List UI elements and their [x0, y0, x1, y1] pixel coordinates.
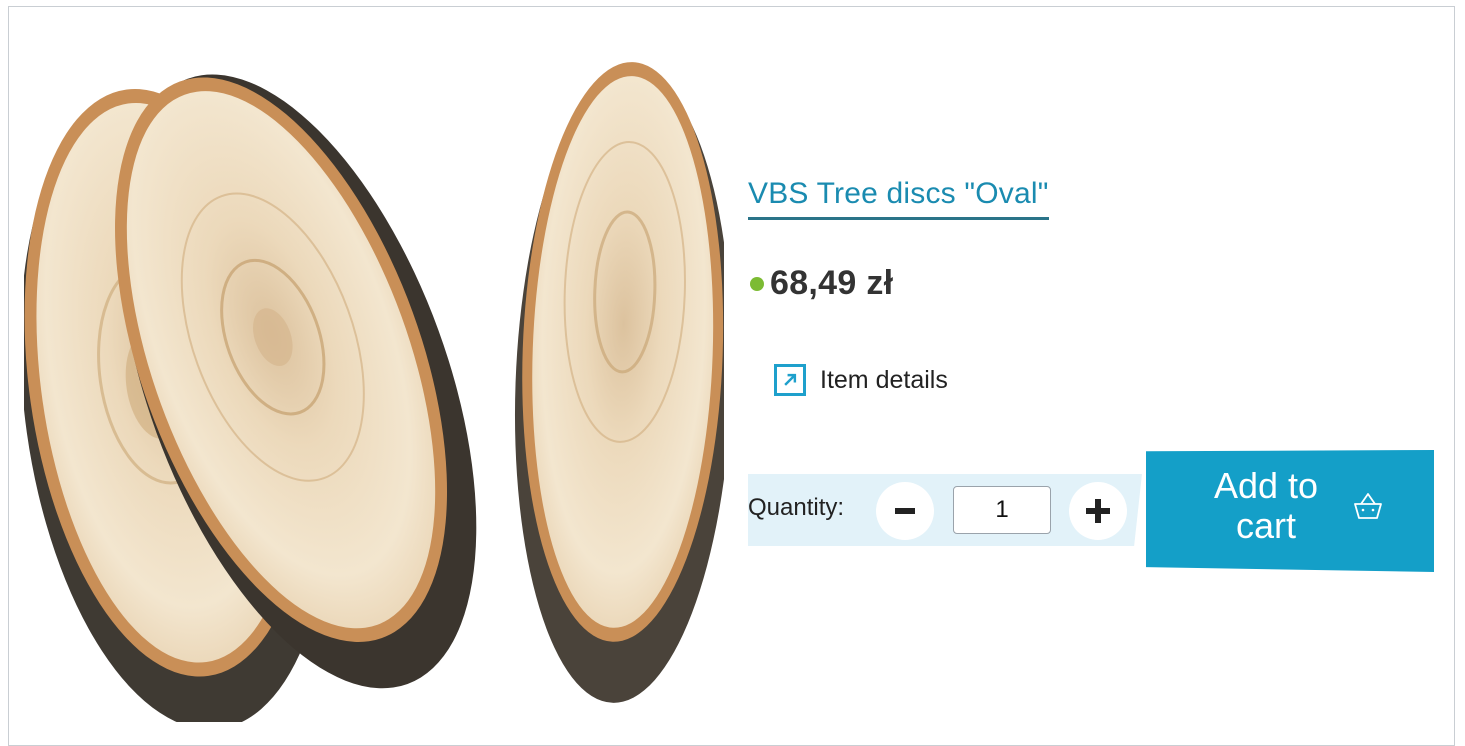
- availability-dot: [750, 276, 764, 291]
- basket-icon: [1354, 493, 1382, 519]
- item-details-label: Item details: [820, 365, 948, 394]
- tree-disc-right: [514, 62, 724, 703]
- product-price: 68,49 zł: [770, 264, 894, 302]
- external-arrow-icon: [774, 364, 806, 396]
- price-row: 68,49 zł: [750, 264, 893, 303]
- plus-icon: [1086, 499, 1110, 523]
- product-image[interactable]: [24, 42, 724, 722]
- decrease-quantity-button[interactable]: [876, 482, 934, 540]
- item-details-link[interactable]: Item details: [774, 364, 948, 396]
- product-title-link[interactable]: VBS Tree discs "Oval": [748, 172, 1049, 220]
- add-to-cart-button[interactable]: Add to cart: [1146, 450, 1434, 572]
- minus-icon: [895, 508, 915, 514]
- increase-quantity-button[interactable]: [1069, 482, 1127, 540]
- quantity-input[interactable]: [953, 486, 1051, 534]
- add-to-cart-label: Add to cart: [1213, 465, 1319, 546]
- quantity-label: Quantity:: [748, 494, 845, 521]
